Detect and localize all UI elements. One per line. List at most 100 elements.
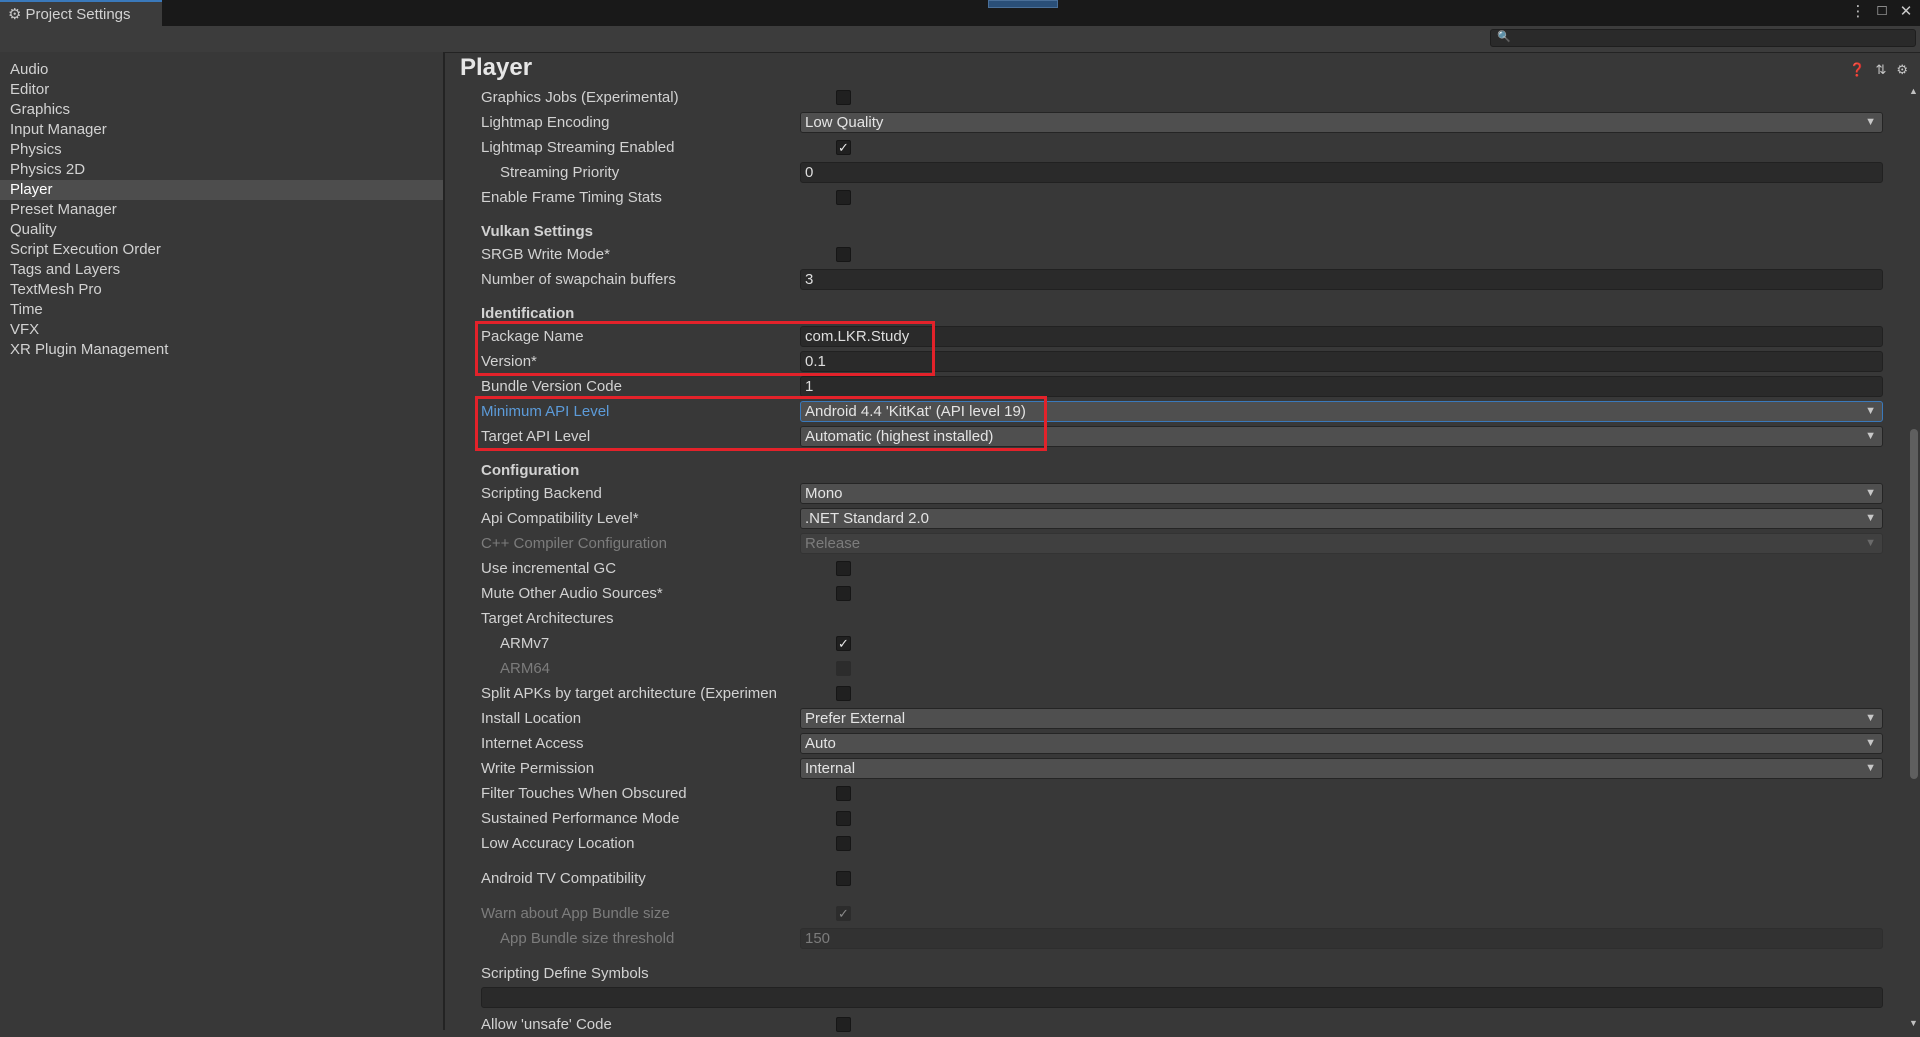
scroll-down-icon[interactable]: ▼ (1907, 1018, 1920, 1028)
scroll-thumb[interactable] (1910, 429, 1918, 779)
frame-timing-checkbox[interactable] (836, 190, 851, 205)
incremental-gc-label: Use incremental GC (481, 560, 617, 577)
mute-audio-label: Mute Other Audio Sources* (481, 585, 663, 602)
vertical-scrollbar[interactable]: ▲ ▼ (1907, 84, 1920, 1030)
row-version: Version* 0.1 (481, 349, 1903, 374)
streaming-priority-field[interactable]: 0 (800, 162, 1883, 183)
install-location-label: Install Location (481, 710, 582, 727)
low-accuracy-checkbox[interactable] (836, 836, 851, 851)
package-name-field[interactable]: com.LKR.Study (800, 326, 1883, 347)
cpp-compiler-label: C++ Compiler Configuration (481, 535, 667, 552)
sidebar-item-xr-plugin-management[interactable]: XR Plugin Management (0, 340, 443, 360)
chevron-down-icon: ▼ (1865, 762, 1876, 774)
player-settings-panel: Player ❓ ⇅ ⚙ Graphics Jobs (Experimental… (445, 52, 1920, 1033)
srgb-write-checkbox[interactable] (836, 247, 851, 262)
header-icons: ❓ ⇅ ⚙ (1849, 62, 1908, 78)
bundle-threshold-label: App Bundle size threshold (500, 930, 675, 947)
scripting-backend-dropdown[interactable]: Mono ▼ (800, 483, 1883, 504)
chevron-down-icon: ▼ (1865, 537, 1876, 549)
row-bundle-threshold: App Bundle size threshold 150 (481, 926, 1903, 951)
filter-touches-label: Filter Touches When Obscured (481, 785, 687, 802)
more-icon[interactable]: ⋮ (1850, 2, 1866, 20)
install-location-value: Prefer External (805, 710, 906, 727)
search-input[interactable]: 🔍 (1490, 29, 1916, 47)
row-swapchain: Number of swapchain buffers 3 (481, 267, 1903, 292)
chevron-down-icon: ▼ (1865, 405, 1876, 417)
sidebar-item-quality[interactable]: Quality (0, 220, 443, 240)
split-apks-checkbox[interactable] (836, 686, 851, 701)
sidebar-item-graphics[interactable]: Graphics (0, 100, 443, 120)
graphics-jobs-checkbox[interactable] (836, 90, 851, 105)
define-symbols-field[interactable] (481, 987, 1883, 1008)
api-compatibility-dropdown[interactable]: .NET Standard 2.0 ▼ (800, 508, 1883, 529)
write-permission-value: Internal (805, 760, 856, 777)
lightmap-streaming-checkbox[interactable]: ✓ (836, 140, 851, 155)
scroll-up-icon[interactable]: ▲ (1907, 86, 1920, 96)
min-api-level-value: Android 4.4 'KitKat' (API level 19) (805, 403, 1026, 420)
row-armv7: ARMv7 ✓ (481, 631, 1903, 656)
sidebar-item-input-manager[interactable]: Input Manager (0, 120, 443, 140)
package-name-label: Package Name (481, 328, 584, 345)
maximize-icon[interactable]: □ (1874, 2, 1890, 20)
lightmap-encoding-value: Low Quality (805, 114, 884, 131)
sidebar-item-script-execution-order[interactable]: Script Execution Order (0, 240, 443, 260)
row-api-compatibility: Api Compatibility Level* .NET Standard 2… (481, 506, 1903, 531)
window-controls: ⋮ □ ✕ (1850, 2, 1914, 20)
incremental-gc-checkbox[interactable] (836, 561, 851, 576)
sidebar-item-preset-manager[interactable]: Preset Manager (0, 200, 443, 220)
api-compatibility-label: Api Compatibility Level* (481, 510, 639, 527)
sidebar-item-textmesh-pro[interactable]: TextMesh Pro (0, 280, 443, 300)
sidebar-item-vfx[interactable]: VFX (0, 320, 443, 340)
android-tv-label: Android TV Compatibility (481, 870, 646, 887)
filter-touches-checkbox[interactable] (836, 786, 851, 801)
lightmap-streaming-label: Lightmap Streaming Enabled (481, 139, 675, 156)
close-icon[interactable]: ✕ (1898, 2, 1914, 20)
android-tv-checkbox[interactable] (836, 871, 851, 886)
internet-access-dropdown[interactable]: Auto ▼ (800, 733, 1883, 754)
streaming-priority-label: Streaming Priority (500, 164, 620, 181)
preset-icon[interactable]: ⇅ (1875, 62, 1886, 78)
sidebar-item-time[interactable]: Time (0, 300, 443, 320)
row-arm64: ARM64 (481, 656, 1903, 681)
sustained-performance-label: Sustained Performance Mode (481, 810, 680, 827)
help-icon[interactable]: ❓ (1849, 62, 1865, 78)
graphics-jobs-label: Graphics Jobs (Experimental) (481, 89, 679, 106)
sidebar-item-physics-2d[interactable]: Physics 2D (0, 160, 443, 180)
settings-icon[interactable]: ⚙ (1896, 62, 1908, 78)
swapchain-field[interactable]: 3 (800, 269, 1883, 290)
target-api-level-dropdown[interactable]: Automatic (highest installed) ▼ (800, 426, 1883, 447)
chevron-down-icon: ▼ (1865, 512, 1876, 524)
sustained-performance-checkbox[interactable] (836, 811, 851, 826)
row-warn-bundle-size: Warn about App Bundle size ✓ (481, 901, 1903, 926)
srgb-write-label: SRGB Write Mode* (481, 246, 610, 263)
inspector-content: Graphics Jobs (Experimental) Lightmap En… (445, 84, 1903, 1033)
armv7-label: ARMv7 (500, 635, 550, 652)
cpp-compiler-dropdown: Release ▼ (800, 533, 1883, 554)
row-srgb-write: SRGB Write Mode* (481, 242, 1903, 267)
lightmap-encoding-dropdown[interactable]: Low Quality ▼ (800, 112, 1883, 133)
row-scripting-backend: Scripting Backend Mono ▼ (481, 481, 1903, 506)
min-api-level-dropdown[interactable]: Android 4.4 'KitKat' (API level 19) ▼ (800, 401, 1883, 422)
write-permission-dropdown[interactable]: Internal ▼ (800, 758, 1883, 779)
chevron-down-icon: ▼ (1865, 487, 1876, 499)
sidebar-item-editor[interactable]: Editor (0, 80, 443, 100)
row-bundle-version-code: Bundle Version Code 1 (481, 374, 1903, 399)
sidebar-item-player[interactable]: Player (0, 180, 443, 200)
drag-handle[interactable] (988, 0, 1058, 8)
sidebar-item-physics[interactable]: Physics (0, 140, 443, 160)
install-location-dropdown[interactable]: Prefer External ▼ (800, 708, 1883, 729)
row-lightmap-streaming: Lightmap Streaming Enabled ✓ (481, 135, 1903, 160)
mute-audio-checkbox[interactable] (836, 586, 851, 601)
chevron-down-icon: ▼ (1865, 712, 1876, 724)
armv7-checkbox[interactable]: ✓ (836, 636, 851, 651)
bundle-version-code-field[interactable]: 1 (800, 376, 1883, 397)
sidebar-item-tags-and-layers[interactable]: Tags and Layers (0, 260, 443, 280)
version-field[interactable]: 0.1 (800, 351, 1883, 372)
sidebar-item-audio[interactable]: Audio (0, 60, 443, 80)
tab-project-settings[interactable]: ⚙ Project Settings (0, 0, 162, 26)
configuration-header: Configuration (481, 462, 580, 479)
arm64-checkbox (836, 661, 851, 676)
row-install-location: Install Location Prefer External ▼ (481, 706, 1903, 731)
scripting-backend-value: Mono (805, 485, 843, 502)
warn-bundle-size-label: Warn about App Bundle size (481, 905, 670, 922)
